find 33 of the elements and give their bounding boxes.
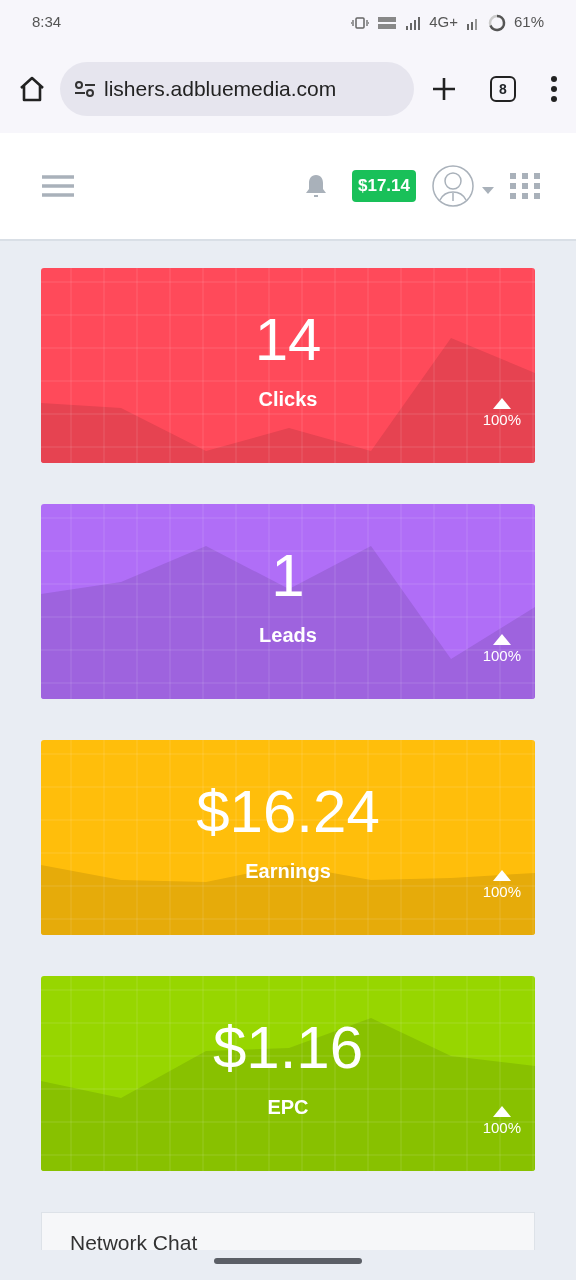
avatar-icon[interactable] bbox=[432, 165, 474, 207]
stat-label: Earnings bbox=[245, 858, 331, 884]
more-menu-icon[interactable] bbox=[550, 76, 558, 102]
network-type: 4G+ bbox=[429, 12, 458, 33]
stat-value: $1.16 bbox=[212, 1017, 364, 1078]
address-bar[interactable]: lishers.adbluemedia.com bbox=[60, 62, 414, 116]
new-tab-icon[interactable] bbox=[432, 77, 456, 101]
bell-icon[interactable] bbox=[304, 173, 328, 199]
vibrate-icon bbox=[351, 16, 370, 29]
battery-icon bbox=[487, 13, 506, 32]
stat-value: 1 bbox=[271, 545, 305, 606]
stat-value: 14 bbox=[254, 309, 322, 370]
stat-label: Clicks bbox=[258, 386, 318, 412]
battery-level: 61% bbox=[513, 12, 544, 33]
caret-icon[interactable] bbox=[482, 186, 494, 194]
menu-icon[interactable] bbox=[42, 174, 74, 198]
gesture-handle[interactable] bbox=[214, 1258, 362, 1264]
tab-switcher-button[interactable]: 8 bbox=[490, 76, 516, 102]
home-icon[interactable] bbox=[18, 75, 46, 103]
change-percent: 100% bbox=[482, 645, 521, 666]
change-percent: 100% bbox=[482, 881, 521, 902]
panel-title: Network Chat bbox=[70, 1230, 199, 1250]
stat-label: EPC bbox=[267, 1094, 309, 1120]
volte-icon bbox=[377, 15, 398, 30]
stat-value: $16.24 bbox=[196, 781, 380, 842]
url-text: lishers.adbluemedia.com bbox=[104, 76, 337, 103]
change-percent: 100% bbox=[482, 409, 521, 430]
change-percent: 100% bbox=[482, 1117, 521, 1138]
apps-grid-icon[interactable] bbox=[510, 173, 540, 199]
status-time: 8:34 bbox=[32, 12, 62, 33]
stat-label: Leads bbox=[259, 622, 317, 648]
site-settings-icon[interactable] bbox=[74, 80, 96, 98]
signal-icon bbox=[405, 15, 422, 30]
